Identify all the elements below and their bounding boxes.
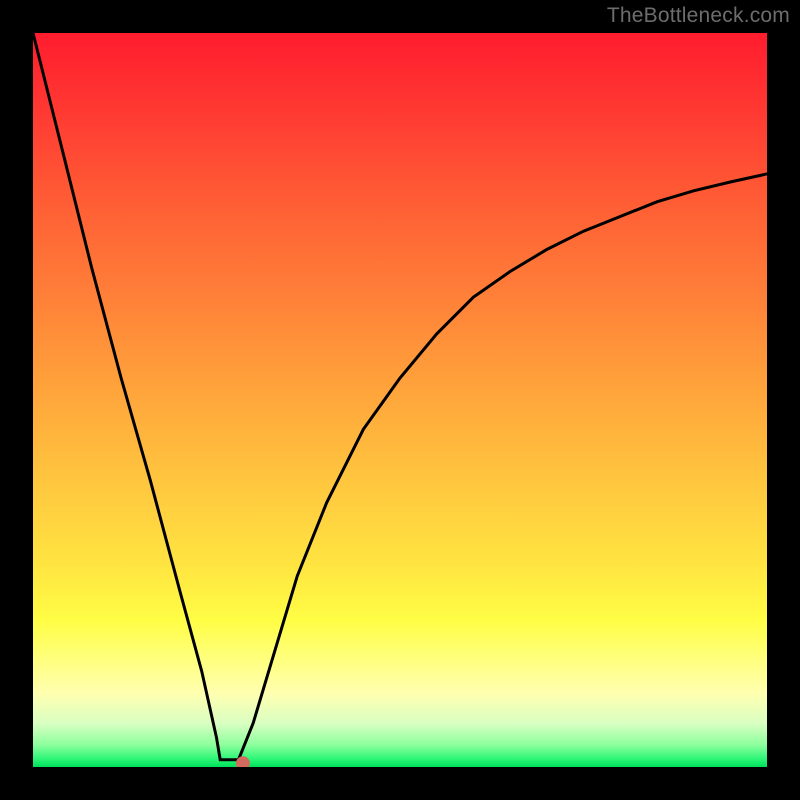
plot-area (33, 33, 767, 767)
chart-frame: TheBottleneck.com (0, 0, 800, 800)
watermark-label: TheBottleneck.com (607, 4, 790, 28)
bottleneck-curve-svg (33, 33, 767, 767)
bottleneck-curve-path (33, 33, 767, 760)
